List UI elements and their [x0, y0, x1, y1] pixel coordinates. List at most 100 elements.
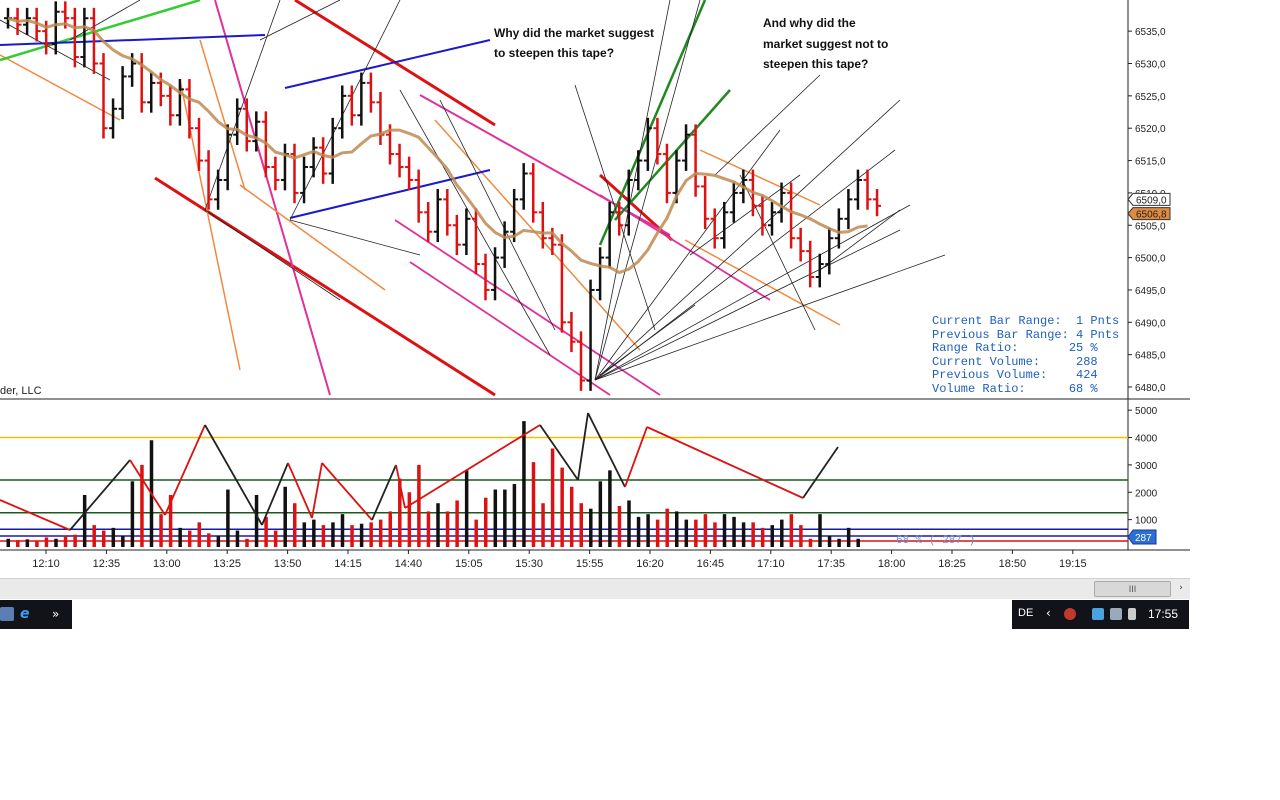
- volume-bar: [293, 503, 297, 547]
- price-tick-label: 6515,0: [1135, 157, 1166, 168]
- trend-line: [594, 229, 901, 381]
- volume-zigzag-segment: [204, 424, 263, 526]
- volume-zigzag-segment: [69, 459, 131, 531]
- volume-bar: [16, 540, 20, 547]
- volume-bar: [207, 533, 211, 547]
- volume-zigzag-segment: [587, 412, 626, 488]
- volume-icon[interactable]: [1128, 608, 1136, 620]
- volume-bar: [837, 538, 841, 547]
- stats-current-volume: Current Volume: 288: [932, 355, 1098, 369]
- ohlc-bar: [214, 169, 223, 210]
- tray-app-icon[interactable]: [1064, 608, 1076, 620]
- ohlc-bar: [691, 124, 700, 197]
- volume-bar: [531, 462, 536, 547]
- volume-bar: [388, 511, 392, 547]
- volume-bar: [636, 516, 641, 547]
- ohlc-bar: [328, 117, 337, 184]
- time-tick-label: 14:15: [334, 558, 362, 570]
- horizontal-scrollbar[interactable]: III ›: [0, 578, 1190, 599]
- volume-bar: [92, 525, 96, 547]
- annotation-right-line-3: steepen this tape?: [763, 57, 868, 71]
- ohlc-bar: [529, 163, 538, 223]
- ohlc-bar: [768, 201, 776, 236]
- volume-marker-label: 287: [1135, 533, 1152, 544]
- volume-bar: [722, 514, 727, 547]
- volume-zigzag-segment: [129, 459, 166, 516]
- volume-footer-text: 68 % ( 287 ): [896, 535, 975, 547]
- ohlc-bar: [605, 201, 614, 268]
- time-tick-label: 18:00: [878, 558, 906, 570]
- trend-line: [0, 0, 201, 62]
- ohlc-bar: [366, 72, 375, 113]
- language-indicator[interactable]: DE: [1018, 607, 1033, 619]
- time-tick-label: 18:25: [938, 558, 966, 570]
- ohlc-bar: [319, 137, 328, 184]
- price-tick-label: 6535,0: [1135, 27, 1166, 38]
- volume-bar: [617, 505, 622, 547]
- ohlc-bar: [118, 66, 127, 120]
- volume-bar: [187, 530, 192, 547]
- volume-bar: [350, 525, 354, 547]
- volume-bar: [684, 519, 689, 547]
- volume-bar: [550, 448, 555, 547]
- trend-line: [0, 54, 121, 121]
- annotation-right-line-2: market suggest not to: [763, 37, 888, 51]
- ohlc-bar: [175, 79, 184, 126]
- volume-bar: [646, 514, 650, 547]
- volume-bar: [484, 497, 488, 547]
- ohlc-bar: [233, 98, 242, 146]
- time-tick-label: 12:10: [32, 558, 60, 570]
- volume-bar: [197, 522, 201, 547]
- volume-bar: [464, 470, 469, 547]
- volume-bar: [827, 536, 832, 547]
- ohlc-bar: [433, 189, 442, 243]
- ohlc-bar: [223, 124, 232, 191]
- volume-bar: [598, 481, 603, 547]
- ohlc-bar: [452, 214, 461, 256]
- volume-bar: [541, 503, 545, 547]
- volume-bar: [417, 464, 421, 547]
- ohlc-bar: [357, 72, 366, 126]
- volume-bar: [589, 508, 593, 547]
- internet-explorer-icon[interactable]: e: [20, 607, 34, 621]
- volume-bar: [512, 484, 517, 547]
- time-tick-label: 16:45: [697, 558, 725, 570]
- annotation-left-line-2: to steepen this tape?: [494, 46, 614, 60]
- volume-bar: [808, 538, 813, 547]
- volume-bar: [655, 519, 660, 547]
- volume-bar: [73, 534, 77, 547]
- volume-bar: [703, 514, 708, 547]
- volume-bar: [522, 421, 526, 547]
- volume-bar: [54, 538, 58, 547]
- time-tick-label: 15:55: [576, 558, 604, 570]
- volume-zigzag-segment: [164, 424, 206, 516]
- scroll-right-arrow-icon[interactable]: ›: [1174, 581, 1188, 595]
- ohlc-bar: [395, 143, 404, 178]
- trend-line: [204, 0, 281, 211]
- show-hidden-icons-icon[interactable]: ‹: [1046, 606, 1051, 620]
- time-tick-label: 19:15: [1059, 558, 1087, 570]
- network-icon[interactable]: [1092, 608, 1104, 620]
- volume-bar: [226, 489, 230, 547]
- price-tick-label: 6500,0: [1135, 254, 1166, 265]
- volume-bar: [359, 523, 364, 547]
- volume-bar: [273, 530, 278, 547]
- ohlc-bar: [300, 156, 309, 204]
- ohlc-bar: [873, 189, 882, 217]
- volume-bar: [159, 514, 163, 547]
- show-desktop-icon[interactable]: [0, 607, 14, 621]
- volume-bar: [63, 536, 68, 547]
- taskbar-overflow-icon[interactable]: »: [52, 607, 66, 621]
- display-icon[interactable]: [1110, 608, 1122, 620]
- ohlc-bar: [242, 98, 251, 152]
- volume-zigzag-segment: [0, 499, 71, 531]
- ohlc-bar: [863, 169, 872, 210]
- volume-bar: [780, 519, 784, 547]
- trend-line: [204, 209, 341, 301]
- trend-line: [594, 204, 911, 381]
- volume-bar: [102, 530, 106, 547]
- scroll-thumb[interactable]: III: [1094, 581, 1171, 597]
- volume-bar: [579, 503, 583, 547]
- stats-volume-ratio: Volume Ratio: 68 %: [932, 382, 1098, 396]
- time-tick-label: 13:50: [274, 558, 302, 570]
